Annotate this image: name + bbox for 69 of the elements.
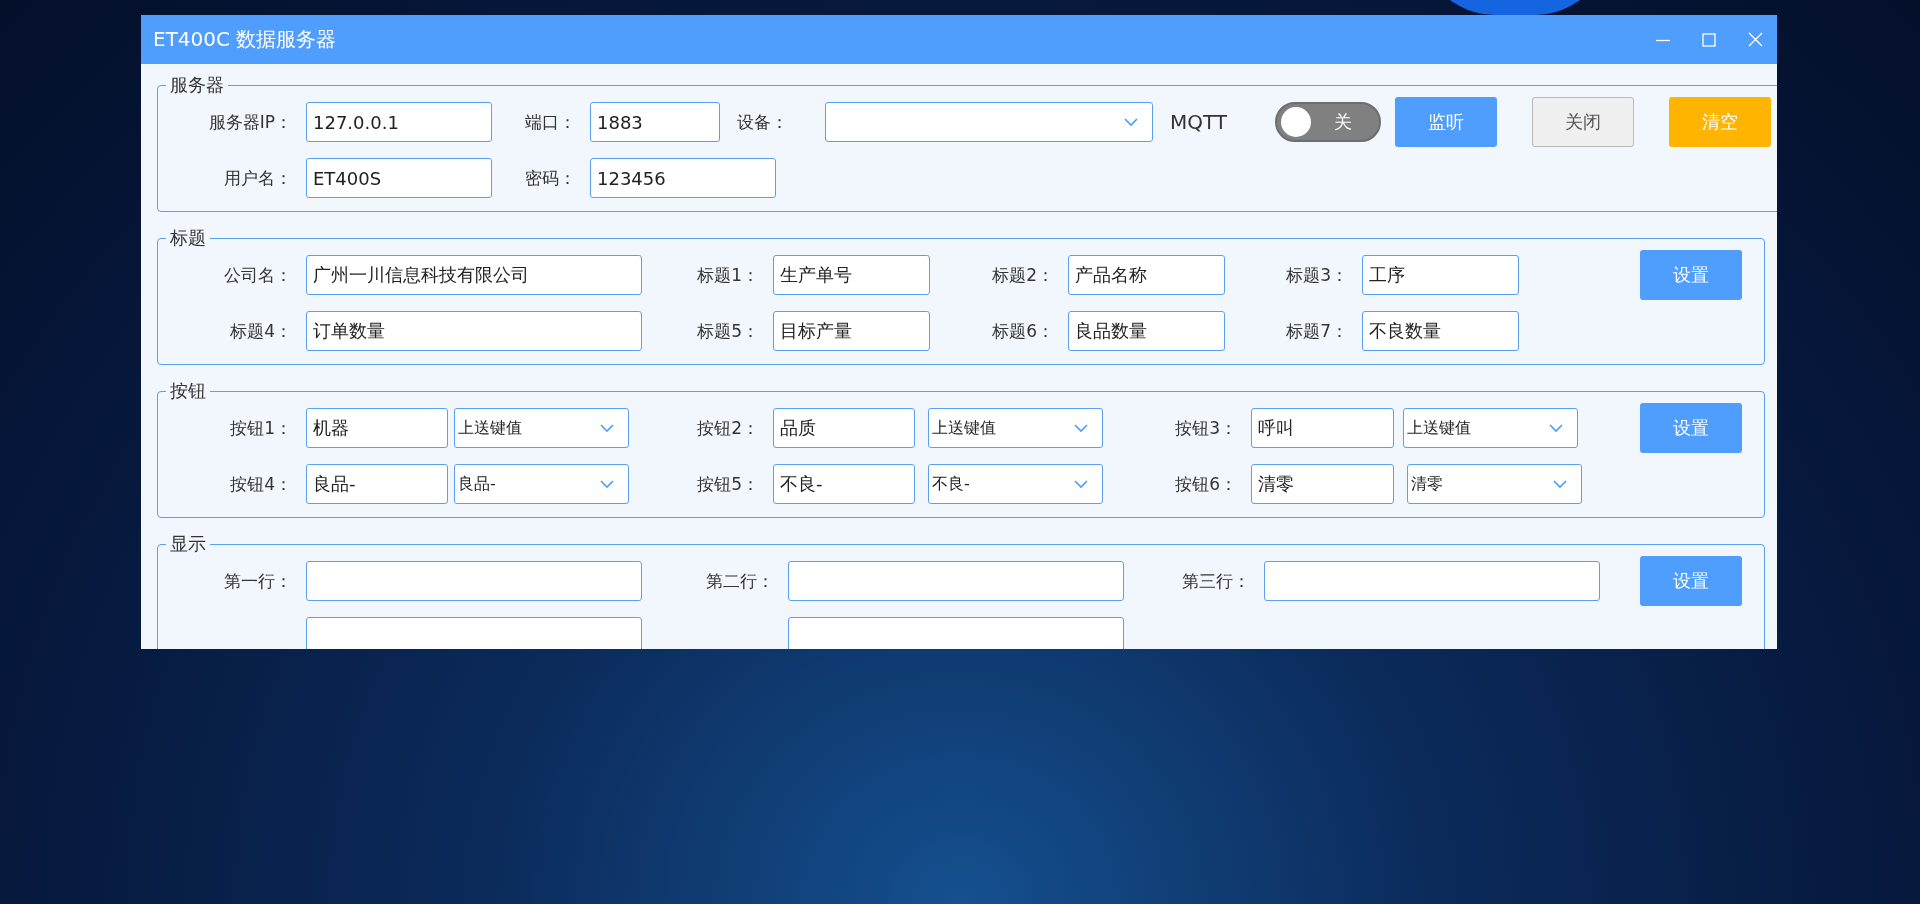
input-field[interactable]: 目标产量: [773, 311, 930, 351]
mqtt-label: MQTT: [1170, 110, 1229, 134]
field-label: 标题1：: [696, 263, 760, 287]
field-label: 服务器IP：: [207, 110, 293, 134]
dropdown[interactable]: 上送键值: [454, 408, 629, 448]
input-field[interactable]: [306, 617, 642, 649]
input-field[interactable]: 品质: [773, 408, 915, 448]
field-label: 密码：: [524, 166, 577, 190]
input-field[interactable]: 不良-: [773, 464, 915, 504]
field-label: 按钮3：: [1174, 416, 1238, 440]
input-field[interactable]: 不良数量: [1362, 311, 1519, 351]
input-field[interactable]: 清零: [1251, 464, 1394, 504]
input-field[interactable]: 工序: [1362, 255, 1519, 295]
input-field[interactable]: 123456: [590, 158, 776, 198]
field-label: 按钮5：: [696, 472, 760, 496]
section-legend: 按钮: [166, 379, 210, 403]
chevron-down-icon: [600, 423, 614, 433]
dropdown[interactable]: 清零: [1407, 464, 1582, 504]
dropdown[interactable]: 良品-: [454, 464, 629, 504]
section-legend: 显示: [166, 532, 210, 556]
input-field[interactable]: 产品名称: [1068, 255, 1225, 295]
field-label: 第三行：: [1181, 569, 1251, 593]
section-legend: 服务器: [166, 73, 228, 97]
field-label: 公司名：: [223, 263, 293, 287]
field-label: 按钮2：: [696, 416, 760, 440]
chevron-down-icon: [1549, 423, 1563, 433]
field-label: 端口：: [524, 110, 577, 134]
field-label: 标题4：: [229, 319, 293, 343]
input-field[interactable]: 机器: [306, 408, 448, 448]
chevron-down-icon: [1124, 117, 1138, 127]
field-label: 第一行：: [223, 569, 293, 593]
input-field[interactable]: ET400S: [306, 158, 492, 198]
input-field[interactable]: 良品数量: [1068, 311, 1225, 351]
input-field[interactable]: [788, 617, 1124, 649]
dropdown[interactable]: 上送键值: [928, 408, 1103, 448]
input-field[interactable]: 127.0.0.1: [306, 102, 492, 142]
input-field[interactable]: 1883: [590, 102, 720, 142]
input-field[interactable]: [306, 561, 642, 601]
field-label: 标题5：: [696, 319, 760, 343]
input-field[interactable]: 生产单号: [773, 255, 930, 295]
field-label: 标题6：: [991, 319, 1055, 343]
chevron-down-icon: [1074, 479, 1088, 489]
input-field[interactable]: [788, 561, 1124, 601]
input-field[interactable]: 呼叫: [1251, 408, 1394, 448]
dropdown[interactable]: [825, 102, 1153, 142]
toggle-switch[interactable]: 关: [1275, 102, 1381, 142]
field-label: 用户名：: [223, 166, 293, 190]
field-label: 第二行：: [705, 569, 775, 593]
field-label: 按钮4：: [229, 472, 293, 496]
dropdown[interactable]: 不良-: [928, 464, 1103, 504]
field-label: 按钮1：: [229, 416, 293, 440]
input-field[interactable]: 订单数量: [306, 311, 642, 351]
field-label: 标题7：: [1285, 319, 1349, 343]
window-title: ET400C 数据服务器: [153, 26, 337, 53]
maximize-icon[interactable]: [1702, 32, 1716, 47]
input-field[interactable]: [1264, 561, 1600, 601]
section-legend: 标题: [166, 226, 210, 250]
dropdown[interactable]: 上送键值: [1403, 408, 1578, 448]
field-label: 标题3：: [1285, 263, 1349, 287]
chevron-down-icon: [600, 479, 614, 489]
chevron-down-icon: [1074, 423, 1088, 433]
field-label: 按钮6：: [1174, 472, 1238, 496]
field-label: 设备：: [737, 110, 789, 134]
input-field[interactable]: 良品-: [306, 464, 448, 504]
chevron-down-icon: [1553, 479, 1567, 489]
input-field[interactable]: 广州一川信息科技有限公司: [306, 255, 642, 295]
action-button[interactable]: 关闭: [1532, 97, 1634, 147]
close-icon[interactable]: [1748, 32, 1763, 47]
field-label: 标题2：: [991, 263, 1055, 287]
